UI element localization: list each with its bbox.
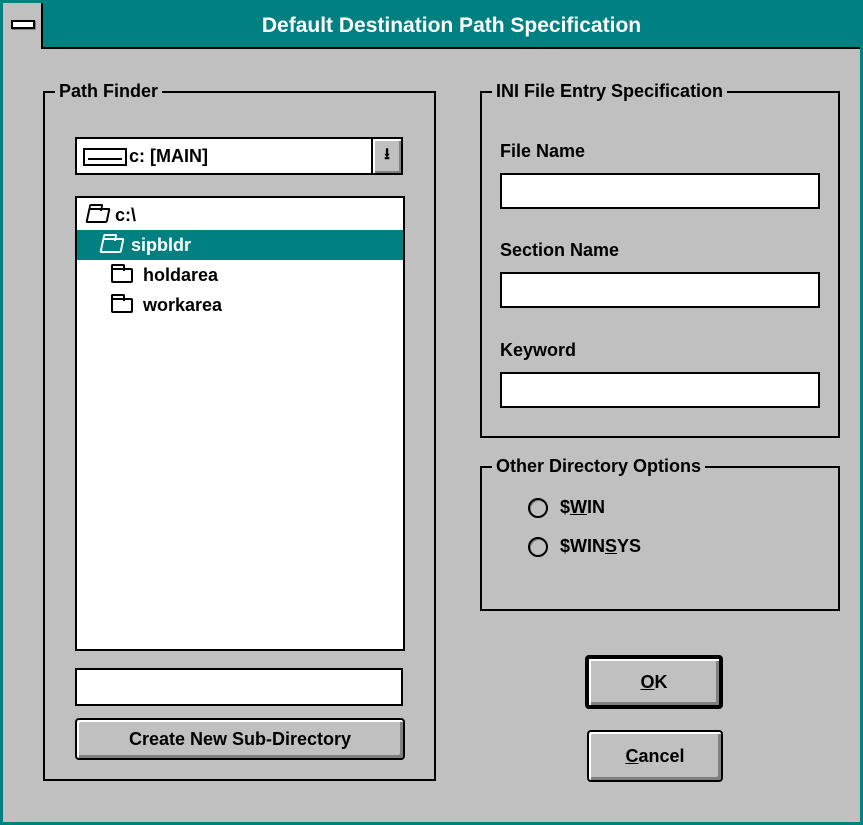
directory-label: c:\ (115, 205, 137, 225)
radio-button[interactable] (528, 537, 548, 557)
directory-item-root[interactable]: c:\ (77, 200, 403, 230)
directory-item-workarea[interactable]: workarea (77, 290, 403, 320)
radio-winsys[interactable]: $WINSYS (528, 534, 688, 562)
section-name-label: Section Name (500, 240, 620, 260)
keyword-input[interactable] (500, 372, 820, 408)
directory-label: holdarea (143, 265, 219, 285)
directory-item-sipbldr[interactable]: sipbldr (77, 230, 403, 260)
directory-label: workarea (143, 295, 223, 315)
radio-winsys-label: $WINSYS (560, 536, 642, 556)
radio-win[interactable]: $WIN (528, 495, 668, 523)
file-name-input[interactable] (500, 173, 820, 209)
ini-entry-legend: INI File Entry Specification (492, 79, 728, 103)
dialog-window: Default Destination Path Specification P… (0, 0, 863, 825)
directory-label: sipbldr (131, 235, 192, 255)
dropdown-arrow-icon[interactable]: ⭳ (371, 139, 401, 173)
ok-label: OK (640, 672, 668, 692)
directory-list[interactable]: c:\ sipbldr holdarea workarea (75, 196, 405, 651)
drive-select-value: c: [MAIN] (129, 146, 208, 166)
drive-select[interactable]: c: [MAIN] ⭳ (75, 137, 403, 175)
new-directory-input[interactable] (75, 668, 403, 706)
system-menu-icon[interactable] (3, 3, 43, 49)
radio-button[interactable] (528, 498, 548, 518)
other-options-legend: Other Directory Options (492, 454, 706, 478)
keyword-label: Keyword (500, 340, 577, 360)
cancel-label: Cancel (625, 746, 685, 766)
ok-button[interactable]: OK (585, 655, 723, 709)
section-name-input[interactable] (500, 272, 820, 308)
title-bar[interactable]: Default Destination Path Specification (3, 3, 860, 49)
directory-item-holdarea[interactable]: holdarea (77, 260, 403, 290)
window-title: Default Destination Path Specification (261, 14, 642, 37)
radio-win-label: $WIN (560, 497, 606, 517)
path-finder-legend: Path Finder (55, 79, 163, 103)
folder-open-icon (85, 208, 111, 223)
create-subdirectory-label: Create New Sub-Directory (128, 729, 352, 749)
folder-closed-icon (111, 264, 133, 283)
folder-open-icon (99, 238, 125, 253)
file-name-label: File Name (500, 141, 586, 161)
cancel-button[interactable]: Cancel (587, 730, 723, 782)
drive-icon (83, 148, 127, 166)
folder-closed-icon (111, 294, 133, 313)
create-subdirectory-button[interactable]: Create New Sub-Directory (75, 718, 405, 760)
